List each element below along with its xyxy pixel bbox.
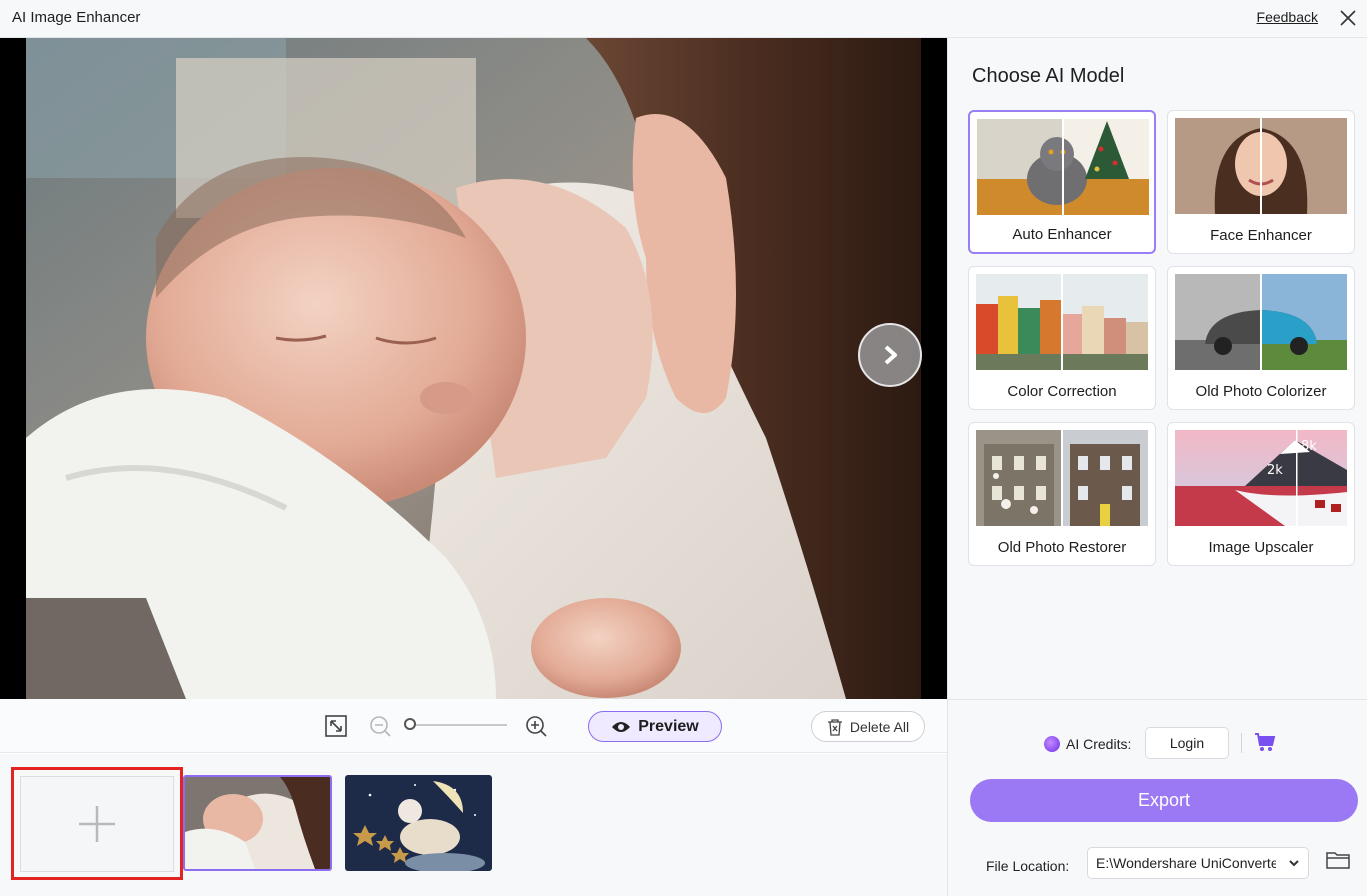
chevron-down-icon [1289,860,1299,867]
add-image-button[interactable] [20,776,174,872]
model-label: Old Photo Restorer [997,539,1127,556]
image-upscaler-preview: 8k 2k [1175,430,1347,526]
credits-icon [1044,736,1060,752]
thumbnail-baby-mother[interactable] [183,775,332,871]
model-label: Auto Enhancer [1012,226,1112,243]
cart-button[interactable] [1254,732,1276,757]
eye-icon [612,721,631,732]
face-enhancer-preview [1175,118,1347,214]
image-viewer [0,38,947,699]
model-card-color-correction[interactable]: Color Correction [968,266,1156,410]
divider [1241,733,1242,753]
model-card-old-photo-restorer[interactable]: Old Photo Restorer [968,422,1156,566]
file-location-select[interactable]: E:\Wondershare UniConverter [1087,847,1309,879]
ai-credits-label: AI Credits: [1066,736,1132,752]
model-label: Old Photo Colorizer [1195,383,1327,400]
zoom-out-icon [370,716,391,737]
zoom-slider-track[interactable] [405,724,507,726]
delete-all-label: Delete All [849,718,910,735]
next-image-button[interactable] [858,323,922,387]
model-panel: Choose AI Model Auto Enhancer Face Enhan… [947,38,1367,896]
thumbnail-strip [0,754,947,896]
file-location-label: File Location: [986,858,1070,874]
auto-enhancer-preview [977,119,1149,215]
thumbnail-baby-moon[interactable] [345,775,492,871]
color-correction-preview [976,274,1148,370]
login-button[interactable]: Login [1145,727,1229,759]
model-card-auto-enhancer[interactable]: Auto Enhancer [968,110,1156,254]
upscale-2k-tag: 2k [1267,463,1283,478]
old-photo-restorer-preview [976,430,1148,526]
title-bar: AI Image Enhancer Feedback [0,0,1367,38]
folder-icon [1326,852,1350,869]
ai-credits: AI Credits: [1044,736,1131,752]
close-icon [1340,10,1356,26]
preview-label: Preview [638,717,699,735]
feedback-link[interactable]: Feedback [1257,9,1318,25]
delete-all-button[interactable]: Delete All [811,711,925,742]
preview-toolbar: Preview Delete All [0,699,947,753]
file-location-value: E:\Wondershare UniConverter [1096,855,1276,871]
open-folder-button[interactable] [1326,850,1350,875]
zoom-out-button[interactable] [367,713,393,739]
upscale-8k-tag: 8k [1301,439,1317,454]
zoom-in-button[interactable] [523,713,549,739]
zoom-in-icon [526,716,547,737]
preview-button[interactable]: Preview [588,711,722,742]
zoom-slider-handle[interactable] [404,718,416,730]
export-button[interactable]: Export [970,779,1358,822]
add-image-highlight [11,767,183,880]
chevron-right-icon [884,345,897,365]
trash-icon [827,718,842,736]
fit-screen-icon [325,715,347,737]
model-card-image-upscaler[interactable]: 8k 2k Image Upscaler [1167,422,1355,566]
fit-screen-button[interactable] [323,713,349,739]
main-photo [26,38,921,699]
close-button[interactable] [1333,3,1363,33]
model-label: Image Upscaler [1208,539,1314,556]
choose-model-heading: Choose AI Model [972,65,1125,87]
model-card-face-enhancer[interactable]: Face Enhancer [1167,110,1355,254]
plus-icon [79,806,115,842]
old-photo-colorizer-preview [1175,274,1347,370]
cart-icon [1255,733,1276,751]
export-panel: AI Credits: Login Export File Location: … [948,699,1367,896]
model-label: Color Correction [1007,383,1117,400]
window-title: AI Image Enhancer [12,9,141,26]
model-label: Face Enhancer [1210,227,1312,244]
model-card-old-photo-colorizer[interactable]: Old Photo Colorizer [1167,266,1355,410]
